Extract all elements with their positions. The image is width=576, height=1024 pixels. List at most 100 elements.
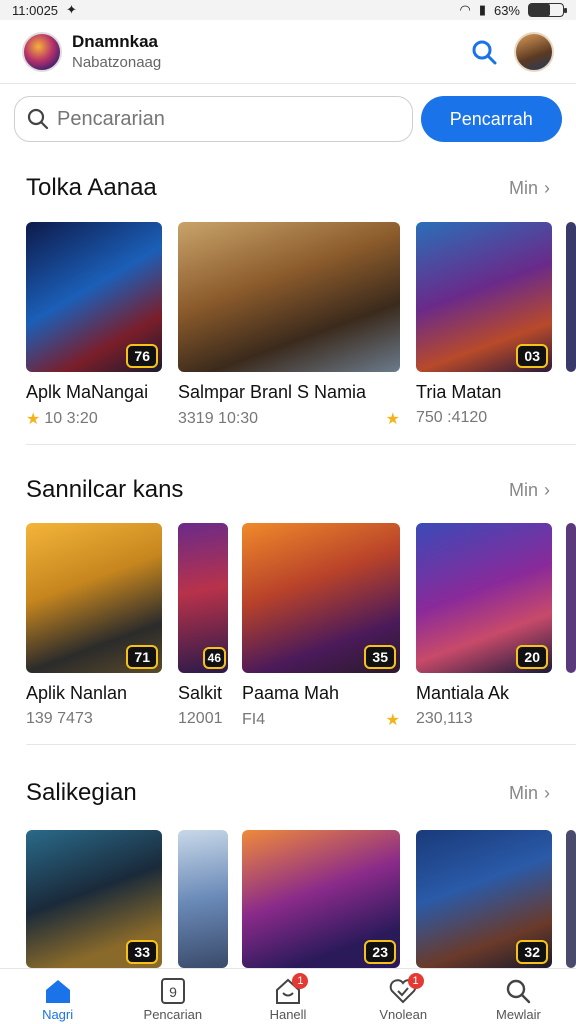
app-thumbnail: 23: [242, 830, 400, 968]
app-title: Salkit: [178, 683, 223, 703]
nav-label: Pencarian: [143, 1007, 203, 1022]
more-label: Min: [508, 177, 538, 198]
section-more-link[interactable]: Min ›: [509, 783, 550, 804]
app-card[interactable]: 46 Salkit 12001: [178, 523, 228, 728]
battery-percent: 63%: [493, 2, 520, 18]
nav-item-notifications[interactable]: 1 Hanell: [230, 969, 345, 1024]
rating-badge: 20: [516, 645, 548, 669]
status-bar: 11:0025 ✦ ◠ ▮ 63%: [0, 0, 576, 20]
search-icon: [507, 979, 531, 1004]
section-title: Sannilcar kans: [26, 476, 184, 503]
app-thumbnail: 03: [416, 222, 552, 372]
app-title: Mantiala Ak: [416, 683, 510, 703]
rating-badge: 33: [126, 940, 158, 964]
status-time: 11:0025: [12, 2, 59, 18]
section-divider: [26, 444, 576, 445]
app-card[interactable]: Salmpar Branl S Namia 3319 10:30 ★: [178, 222, 400, 429]
search-field[interactable]: [14, 96, 413, 142]
section-3: Salikegian Min › 33 23 32: [0, 773, 576, 968]
nav-item-favorites[interactable]: 1 Vnolean: [346, 969, 461, 1024]
chevron-right-icon: ›: [544, 479, 550, 500]
app-thumbnail: 76: [26, 222, 162, 372]
star-icon: ★: [385, 411, 400, 428]
nav-item-apps[interactable]: 9 Pencarian: [115, 969, 230, 1024]
nav-label: Vnolean: [379, 1007, 428, 1022]
rating-badge: 71: [126, 645, 158, 669]
app-title: Aplk MaNangai: [26, 382, 149, 402]
rating-badge: 03: [516, 344, 548, 368]
search-input[interactable]: [57, 107, 387, 131]
app-card[interactable]: 20 Mantiala Ak 230,113: [416, 523, 552, 728]
app-card[interactable]: 03 Tria Matan 750 :4120: [416, 222, 552, 427]
notification-badge: 1: [407, 973, 424, 989]
rating-badge: 46: [202, 647, 226, 669]
search-icon: [472, 40, 497, 64]
section-1: Tolka Aanaa Min › 76 Aplk MaNangai ★ 10 3…: [0, 168, 576, 428]
nav-label: Nagri: [42, 1007, 74, 1022]
search-submit-button[interactable]: Pencarrah: [420, 96, 562, 142]
app-thumbnail: 46: [178, 523, 228, 673]
home-icon: [45, 980, 70, 1003]
app-title: Salmpar Branl S Namia: [178, 382, 367, 402]
nav-label: Mewlair: [496, 1007, 541, 1022]
rating-badge: 76: [126, 344, 158, 368]
app-thumbnail: 35: [242, 523, 400, 673]
app-meta: 230,113: [416, 710, 473, 727]
star-icon: ★: [26, 411, 41, 428]
section-divider: [26, 744, 576, 745]
app-card[interactable]: 32: [416, 830, 552, 968]
app-card[interactable]: 76 Aplk MaNangai ★ 10 3:20: [26, 222, 162, 429]
signal-icon: ▮: [478, 2, 486, 17]
more-label: Min: [508, 782, 538, 803]
app-thumbnail: [566, 222, 576, 372]
app-thumbnail: [566, 523, 576, 673]
chevron-right-icon: ›: [544, 782, 550, 803]
section-2: Sannilcar kans Min › 71 Aplik Nanlan 139…: [0, 470, 576, 729]
wifi-icon: ◠: [459, 2, 471, 17]
app-card[interactable]: 23: [242, 830, 400, 968]
rating-badge: 32: [516, 940, 548, 964]
app-thumbnail: 32: [416, 830, 552, 968]
bottom-navigation: Nagri 9 Pencarian 1 Hanell 1 Vnolean Mew…: [0, 968, 576, 1024]
search-icon: [27, 108, 49, 130]
notification-icon: ✦: [66, 2, 77, 17]
star-icon: ★: [385, 712, 400, 729]
more-label: Min: [508, 479, 538, 500]
app-card[interactable]: 33: [26, 830, 162, 968]
nav-item-home[interactable]: Nagri: [0, 969, 115, 1024]
section-title: Tolka Aanaa: [26, 174, 157, 201]
app-card[interactable]: 35 Paama Mah FI4 ★: [242, 523, 400, 730]
rating-badge: 23: [364, 940, 396, 964]
rating-badge: 35: [364, 645, 396, 669]
app-title: Tria Matan: [416, 382, 502, 402]
nav-item-search[interactable]: Mewlair: [461, 969, 576, 1024]
svg-text:9: 9: [169, 984, 177, 1000]
user-avatar[interactable]: [514, 31, 554, 72]
app-meta: 750 :4120: [416, 409, 488, 426]
app-thumbnail: 71: [26, 523, 162, 673]
app-header: Dnamnkaa Nabatzonaag: [0, 20, 576, 84]
app-meta: FI4: [242, 711, 266, 728]
app-card-partial[interactable]: [566, 523, 576, 673]
apps-icon: 9: [160, 978, 185, 1004]
section-more-link[interactable]: Min ›: [509, 178, 550, 199]
app-logo: [22, 31, 62, 72]
app-thumbnail: [566, 830, 576, 968]
app-card-partial[interactable]: [566, 222, 576, 372]
app-thumbnail: 20: [416, 523, 552, 673]
app-meta: 139 7473: [26, 710, 93, 727]
search-row: Pencarrah: [0, 84, 576, 142]
battery-icon: [528, 3, 567, 17]
app-title: Paama Mah: [242, 683, 340, 703]
app-card[interactable]: [178, 830, 228, 968]
app-thumbnail: [178, 222, 400, 372]
section-more-link[interactable]: Min ›: [509, 480, 550, 501]
section-title: Salikegian: [26, 779, 137, 806]
header-search-button[interactable]: [464, 32, 504, 72]
app-subtitle: Nabatzonaag: [72, 54, 162, 71]
notification-badge: 1: [292, 973, 309, 989]
app-thumbnail: 33: [26, 830, 162, 968]
app-card[interactable]: 71 Aplik Nanlan 139 7473: [26, 523, 162, 728]
app-thumbnail: [178, 830, 228, 968]
app-card-partial[interactable]: [566, 830, 576, 968]
